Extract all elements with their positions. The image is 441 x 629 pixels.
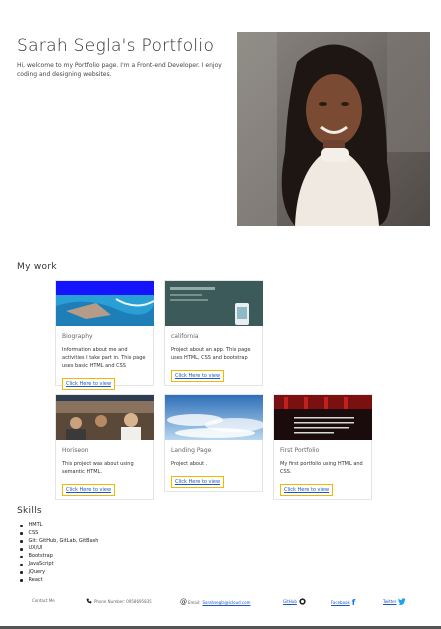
landing-page-thumbnail — [165, 395, 263, 440]
project-card-landing-page: Landing Page Project about . Click Here … — [164, 394, 263, 492]
project-card-horiseon: Horiseon This project was about using se… — [55, 394, 154, 500]
view-landing-page-link[interactable]: Click Here to view — [171, 476, 225, 488]
card-description: Information about me and activities I ta… — [62, 347, 146, 369]
github-link[interactable]: GitHub — [283, 599, 297, 604]
skill-item: Bootstrap — [20, 553, 98, 561]
project-card-first-portfolio: First Portfolio My first portfolio using… — [273, 394, 372, 500]
skills-list: HMTL CSS Git: GitHub, GitLab, GitBash UX… — [20, 522, 99, 585]
card-description: Project about . — [171, 461, 208, 467]
facebook-icon[interactable]: f — [352, 598, 355, 607]
card-description: My first portfolio using HTML and CSS. — [280, 461, 363, 475]
intro-text: Hi, welcome to my Portfolio page. I'm a … — [17, 62, 222, 78]
project-card-california: california Project about an app. This pa… — [164, 280, 263, 386]
github-link-wrap: GitHub — [283, 598, 306, 605]
skill-item: HMTL — [20, 522, 98, 530]
skills-heading: Skills — [17, 506, 42, 516]
page-title: Sarah Segla's Portfolio — [17, 36, 215, 56]
phone-contact: Phone Number: 0958695835 — [86, 598, 152, 604]
contact-label: Contact Me — [32, 598, 55, 603]
card-title: First Portfolio — [280, 447, 320, 454]
first-portfolio-thumbnail — [274, 395, 372, 440]
card-description: This project was about using semantic HT… — [62, 461, 134, 475]
skill-item: jQuery — [20, 569, 98, 577]
horiseon-thumbnail — [56, 395, 154, 440]
github-icon[interactable] — [299, 598, 306, 605]
skill-item: Git: GitHub, GitLab, GitBash — [20, 538, 99, 546]
view-horiseon-link[interactable]: Click Here to view — [62, 484, 116, 496]
project-card-biography: Biography Information about me and activ… — [55, 280, 154, 390]
card-title: Biography — [62, 333, 93, 340]
phone-number: Phone Number: 0958695835 — [94, 598, 152, 604]
skill-item: CSS — [20, 530, 98, 538]
phone-icon — [86, 598, 92, 604]
biography-thumbnail — [56, 281, 154, 326]
at-icon: @ — [180, 598, 187, 606]
twitter-link[interactable]: Twitter — [383, 599, 396, 604]
view-biography-link[interactable]: Click Here to view — [62, 378, 116, 390]
email-link[interactable]: Sarahsegla@icloud.com — [202, 600, 250, 605]
profile-photo — [237, 32, 430, 226]
card-description: Project about an app. This page uses HTM… — [171, 347, 251, 361]
card-title: Landing Page — [171, 447, 212, 454]
email-label: Email: — [188, 599, 201, 605]
facebook-link-wrap: Facebook f — [331, 598, 355, 607]
skill-item: JavaScript — [20, 561, 98, 569]
california-thumbnail — [165, 281, 263, 326]
view-california-link[interactable]: Click Here to view — [171, 370, 225, 382]
footer: Contact Me Phone Number: 0958695835 @ Em… — [0, 592, 441, 612]
view-first-portfolio-link[interactable]: Click Here to view — [280, 484, 334, 496]
my-work-heading: My work — [17, 262, 57, 272]
facebook-link[interactable]: Facebook — [331, 600, 350, 605]
email-contact: @ Email: Sarahsegla@icloud.com — [180, 598, 250, 606]
card-title: california — [171, 333, 199, 340]
twitter-link-wrap: Twitter — [383, 598, 407, 605]
twitter-icon[interactable] — [398, 598, 407, 605]
skill-item: React — [20, 577, 98, 585]
skill-item: UX/UI — [20, 545, 98, 553]
card-title: Horiseon — [62, 447, 89, 454]
